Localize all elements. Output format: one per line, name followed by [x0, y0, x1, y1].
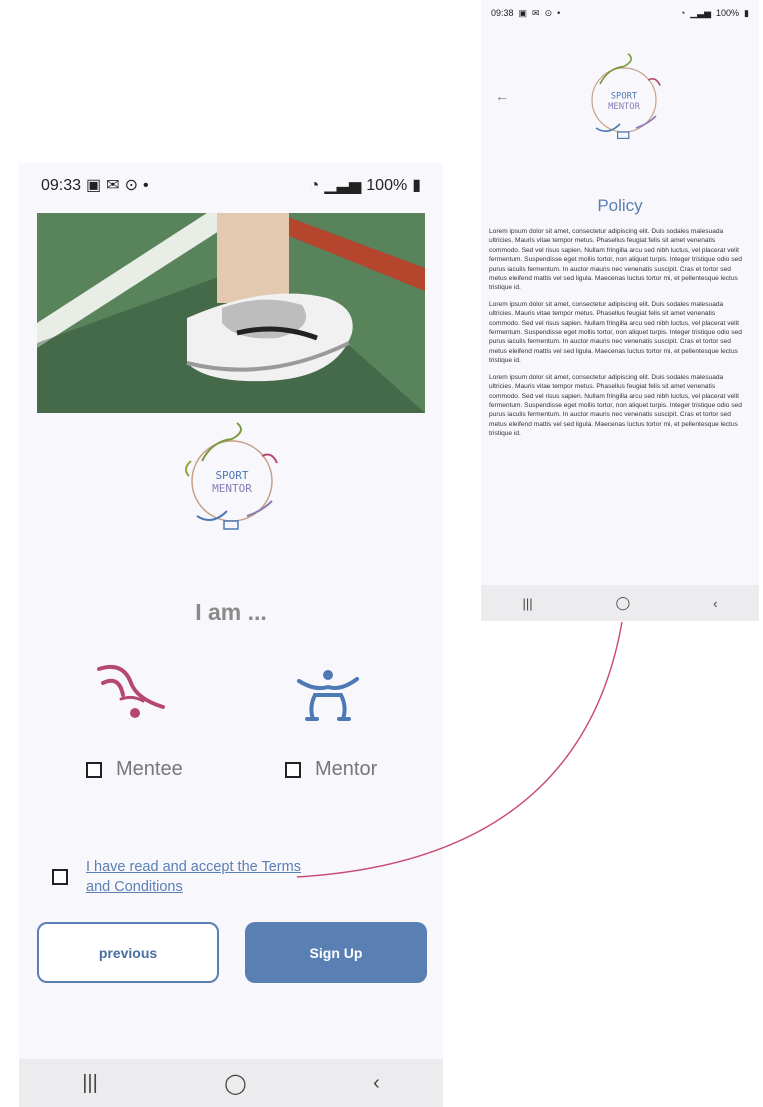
flow-connector-arrow — [296, 621, 623, 878]
